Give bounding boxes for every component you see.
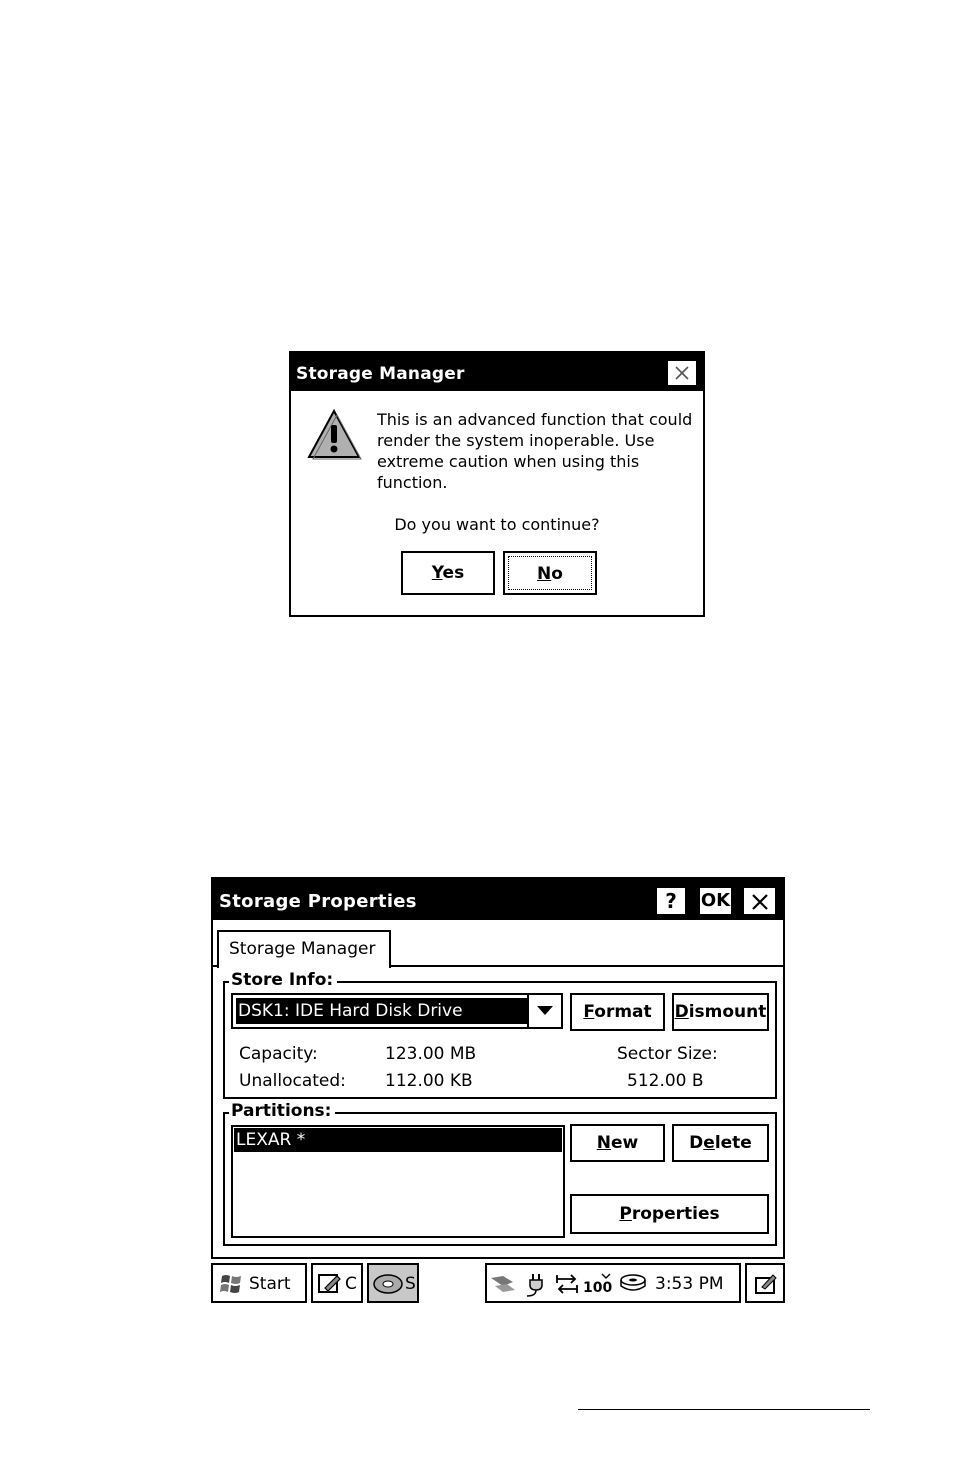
yes-button[interactable]: Yes: [401, 551, 495, 595]
sync-icon[interactable]: [555, 1272, 579, 1296]
taskbar: Start C S 100 3:53 PM: [211, 1261, 785, 1305]
dialog-title: Storage Manager: [296, 364, 465, 384]
network-icon[interactable]: [489, 1272, 519, 1296]
format-accel: F: [583, 1002, 595, 1022]
tab-storage-manager[interactable]: Storage Manager: [217, 930, 391, 968]
storage-app-icon: [373, 1274, 403, 1294]
taskbar-app2-label: S: [405, 1274, 416, 1294]
delete-label-pre: D: [689, 1133, 704, 1153]
yes-label: es: [442, 563, 465, 583]
footer-rule: [578, 1409, 870, 1410]
taskbar-app-control-panel[interactable]: C: [311, 1263, 363, 1303]
new-accel: N: [596, 1133, 611, 1153]
dialog-close-button[interactable]: [666, 359, 698, 387]
store-select-dropdown-button[interactable]: [527, 995, 561, 1027]
partitions-label: Partitions:: [229, 1101, 336, 1121]
yes-accel: Y: [431, 563, 443, 583]
taskbar-app-storage[interactable]: S: [367, 1263, 419, 1303]
window-close-button[interactable]: [742, 886, 777, 916]
partition-properties-button[interactable]: Properties: [570, 1194, 769, 1234]
no-label: o: [551, 564, 563, 584]
properties-label: roperties: [631, 1204, 720, 1224]
start-button[interactable]: Start: [211, 1263, 307, 1303]
close-icon: [752, 894, 768, 910]
svg-text:100: 100: [583, 1280, 612, 1296]
dismount-label: ismount: [688, 1002, 767, 1022]
close-icon: [675, 366, 689, 380]
control-panel-icon: [318, 1274, 341, 1293]
window-title-bar[interactable]: Storage Properties ? OK: [213, 879, 783, 920]
format-label: ormat: [594, 1002, 652, 1022]
disk-icon[interactable]: [619, 1272, 649, 1296]
delete-accel: e: [703, 1133, 715, 1153]
dialog-title-bar[interactable]: Storage Manager: [291, 353, 703, 391]
dismount-accel: D: [674, 1002, 689, 1022]
clock[interactable]: 3:53 PM: [655, 1274, 724, 1294]
store-info-label: Store Info:: [229, 970, 338, 990]
new-partition-button[interactable]: New: [570, 1124, 665, 1162]
windows-flag-icon: [220, 1275, 241, 1293]
ok-button[interactable]: OK: [698, 886, 733, 916]
capacity-label: Capacity:: [239, 1044, 318, 1064]
store-select[interactable]: DSK1: IDE Hard Disk Drive: [231, 993, 563, 1029]
start-label: Start: [249, 1274, 291, 1294]
window-title: Storage Properties: [219, 891, 417, 912]
warning-icon: [307, 408, 362, 460]
delete-label: lete: [714, 1133, 752, 1153]
dismount-button[interactable]: Dismount: [672, 993, 769, 1031]
input-panel-button[interactable]: [745, 1263, 785, 1303]
storage-properties-window: Storage Properties ? OK Storage Manager …: [211, 877, 785, 1259]
delete-partition-button[interactable]: Delete: [672, 1124, 769, 1162]
chevron-down-icon: [537, 1006, 553, 1015]
unallocated-value: 112.00 KB: [385, 1071, 473, 1091]
capacity-value: 123.00 MB: [385, 1044, 477, 1064]
no-button[interactable]: No: [503, 551, 597, 595]
help-button[interactable]: ?: [655, 886, 687, 916]
sector-size-value: 512.00 B: [627, 1071, 704, 1091]
store-select-value: DSK1: IDE Hard Disk Drive: [236, 998, 528, 1024]
power-plug-icon[interactable]: [523, 1272, 549, 1298]
dialog-question: Do you want to continue?: [394, 515, 600, 534]
sector-size-label: Sector Size:: [617, 1044, 718, 1064]
taskbar-app1-label: C: [345, 1274, 357, 1294]
system-tray: 100 3:53 PM: [485, 1263, 741, 1303]
list-item[interactable]: LEXAR *: [234, 1128, 562, 1152]
storage-manager-dialog: Storage Manager This is an advanced func…: [289, 351, 705, 617]
keyboard-icon: [755, 1274, 777, 1294]
format-button[interactable]: Format: [570, 993, 665, 1031]
partitions-list[interactable]: LEXAR *: [231, 1125, 565, 1238]
properties-accel: P: [619, 1204, 632, 1224]
no-accel: N: [537, 564, 552, 584]
signal-100-icon[interactable]: 100: [583, 1272, 613, 1298]
new-label: ew: [610, 1133, 639, 1153]
dialog-message: This is an advanced function that could …: [377, 410, 693, 492]
unallocated-label: Unallocated:: [239, 1071, 346, 1091]
